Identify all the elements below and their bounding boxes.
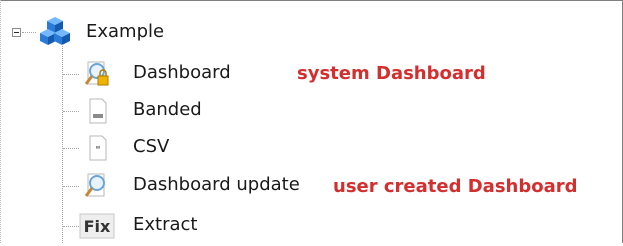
tree-connector [63, 186, 79, 188]
dashboard-locked-icon [84, 61, 109, 86]
annotation-system-dashboard: system Dashboard [297, 63, 486, 84]
tree-item-label: CSV [133, 136, 170, 157]
dashboard-icon [84, 173, 105, 197]
svg-text:": " [95, 145, 100, 156]
tree-connector [63, 111, 79, 113]
banded-report-icon [89, 98, 107, 124]
tree-connector [63, 226, 79, 228]
svg-text:Fix: Fix [84, 217, 111, 236]
tree-connector [63, 148, 79, 150]
tree-item-label: Extract [133, 214, 198, 235]
tree-item-banded[interactable]: Banded [0, 91, 620, 131]
annotation-user-created-dashboard: user created Dashboard [333, 176, 578, 197]
tree-connector [22, 32, 36, 34]
report-tree: Example Dashboard system Dashboard Bande… [0, 0, 620, 243]
tree-root-label[interactable]: Example [86, 21, 164, 42]
tree-item-dashboard-update[interactable]: Dashboard update user created Dashboard [0, 166, 620, 206]
tree-item-label: Dashboard [133, 62, 231, 83]
tree-connector [63, 74, 79, 76]
fix-extract-icon: Fix [79, 213, 115, 239]
tree-item-extract[interactable]: Fix Extract [0, 206, 620, 246]
tree-item-csv[interactable]: " CSV [0, 128, 620, 168]
cubes-icon [40, 17, 70, 45]
tree-item-label: Banded [133, 99, 202, 120]
tree-item-label: Dashboard update [133, 174, 300, 195]
tree-item-dashboard[interactable]: Dashboard system Dashboard [0, 54, 620, 94]
collapse-toggle[interactable] [12, 28, 21, 37]
csv-document-icon: " [89, 135, 107, 161]
